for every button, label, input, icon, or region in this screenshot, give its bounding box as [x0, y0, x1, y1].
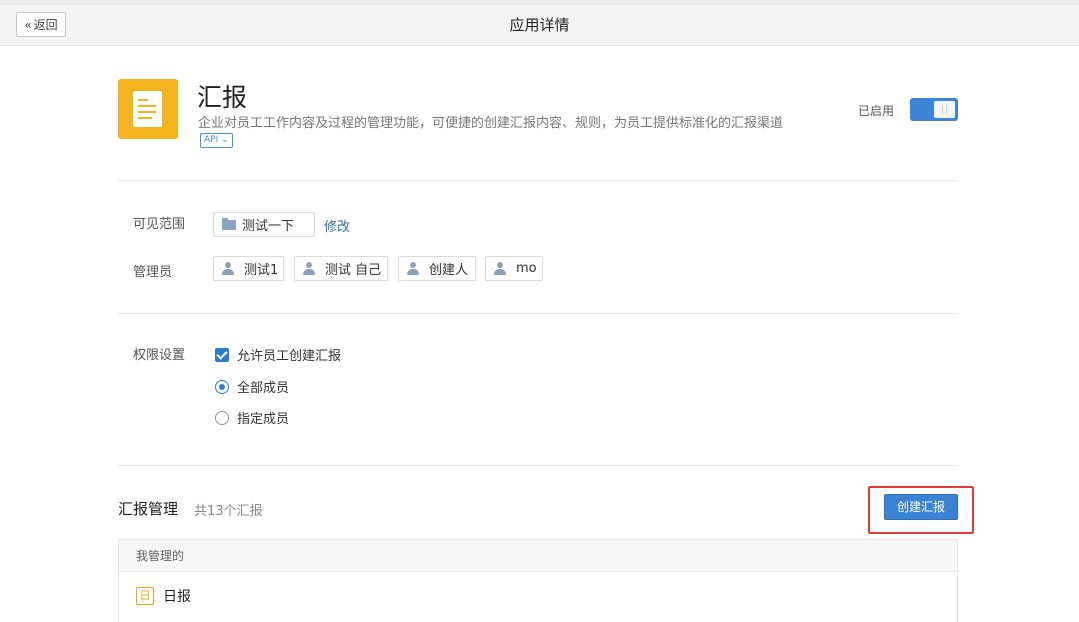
folder-icon: [222, 217, 236, 230]
app-name: 汇报: [197, 83, 248, 112]
reports-section-title: 汇报管理: [118, 500, 179, 518]
user-icon: [407, 262, 419, 275]
scope-chip: 测试一下: [213, 212, 315, 237]
toggle-knob: [934, 101, 955, 118]
edit-scope-link[interactable]: 修改: [324, 216, 350, 235]
scope-label: 可见范围: [133, 217, 186, 232]
admin-name: 测试1: [244, 263, 279, 278]
report-app-icon: [118, 79, 178, 139]
admin-name: 创建人: [429, 263, 469, 278]
document-icon: [133, 91, 162, 127]
radio-label: 全部成员: [237, 381, 290, 396]
user-icon: [303, 262, 315, 275]
divider: [118, 313, 958, 314]
enable-toggle[interactable]: [910, 98, 958, 121]
checkbox-label: 允许员工创建汇报: [237, 349, 342, 364]
admins-label: 管理员: [133, 265, 173, 280]
double-chevron-left-icon: «: [24, 17, 32, 32]
report-name: 日报: [163, 589, 191, 605]
radio-label: 指定成员: [237, 412, 290, 427]
list-item[interactable]: 日 日报: [136, 586, 191, 606]
api-badge[interactable]: API ⌄: [200, 133, 233, 148]
radio-specific-members[interactable]: 指定成员: [215, 408, 289, 427]
admin-name: mo: [516, 261, 537, 276]
radio-all-members[interactable]: 全部成员: [215, 377, 289, 396]
create-report-button[interactable]: 创建汇报: [884, 494, 958, 520]
user-icon: [222, 262, 234, 275]
admin-chip: 测试 自己: [294, 256, 388, 281]
radio-unselected-icon: [215, 410, 229, 425]
admin-chip: mo: [485, 256, 543, 281]
divider: [118, 180, 958, 181]
permissions-label: 权限设置: [133, 348, 186, 363]
admin-chip: 创建人: [398, 256, 476, 281]
admin-chip: 测试1: [213, 256, 284, 281]
back-label: 返回: [33, 18, 58, 32]
divider: [118, 465, 958, 466]
daily-report-icon: 日: [136, 587, 154, 605]
reports-list: 我管理的 日 日报: [118, 539, 958, 622]
reports-count: 共13个汇报: [194, 504, 263, 519]
page-header: 应用详情 « 返回: [0, 5, 1079, 46]
radio-selected-icon: [215, 379, 229, 394]
enabled-status-label: 已启用: [858, 104, 895, 118]
scope-value: 测试一下: [242, 219, 295, 234]
page-title: 应用详情: [509, 16, 570, 34]
app-description: 企业对员工工作内容及过程的管理功能，可便捷的创建汇报内容、规则，为员工提供标准化…: [198, 116, 784, 131]
checkbox-checked-icon: [215, 347, 229, 362]
list-group-header: 我管理的: [119, 540, 957, 572]
back-button[interactable]: « 返回: [16, 12, 66, 37]
user-icon: [494, 262, 506, 275]
admin-name: 测试 自己: [325, 263, 382, 278]
allow-create-checkbox[interactable]: 允许员工创建汇报: [215, 345, 341, 364]
